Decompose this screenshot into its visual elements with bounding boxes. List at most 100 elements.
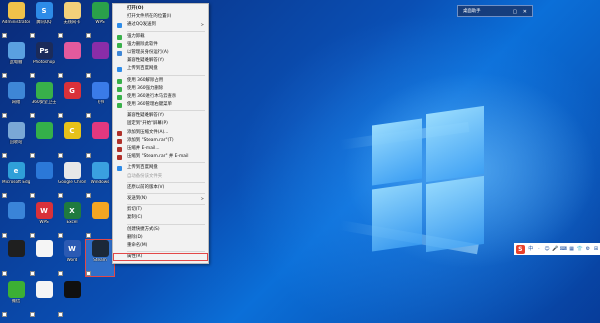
desktop-icon[interactable]: Steam: [85, 239, 115, 277]
ime-tool-icon[interactable]: 中: [527, 246, 534, 253]
desktop-icon[interactable]: e Microsoft Edge: [2, 162, 30, 198]
menu-separator: [127, 192, 205, 194]
desktop-icon[interactable]: X Excel: [58, 202, 86, 238]
menu-item-properties[interactable]: 属性(R): [113, 253, 208, 262]
desktop-icon[interactable]: [30, 240, 58, 276]
menu-item[interactable]: 上传到百度网盘: [113, 164, 208, 172]
menu-item[interactable]: 打开(O): [113, 5, 208, 13]
submenu-arrow-icon: >: [200, 22, 204, 28]
menu-item[interactable]: 使用 360强力删除: [113, 85, 208, 93]
shortcut-arrow-icon: [30, 113, 35, 118]
desktop-icon[interactable]: 此电脑: [2, 42, 30, 78]
shortcut-arrow-icon: [2, 312, 7, 317]
ime-tool-icon[interactable]: ⌨: [560, 246, 567, 253]
menu-item[interactable]: 打开文件所在的位置(I): [113, 13, 208, 21]
desktop-icon-label: Steam: [93, 258, 107, 262]
shortcut-arrow-icon: [2, 113, 7, 118]
menu-item[interactable]: 兼容性疑难解答(Y): [113, 57, 208, 65]
menu-item[interactable]: 还原以前的版本(V): [113, 184, 208, 192]
desktop-icon[interactable]: W Word: [58, 240, 86, 276]
menu-item-label: 还原以前的版本(V): [127, 184, 165, 190]
desktop-icon-label: 微信: [11, 299, 21, 303]
desktop-icon[interactable]: [2, 202, 30, 238]
menu-item[interactable]: 添加到 "Steam.rar"(T): [113, 137, 208, 145]
desktop-icon[interactable]: Google Chrome: [58, 162, 86, 198]
desktop-icon[interactable]: S 腾讯QQ: [30, 2, 58, 38]
desktop-icon[interactable]: 微信: [2, 281, 30, 317]
menu-item-label: 属性(R): [127, 254, 143, 260]
shortcut-arrow-icon: [30, 193, 35, 198]
menu-item[interactable]: 自动备份该文件夹: [113, 173, 208, 181]
menu-item-label: 添加到 "Steam.rar"(T): [127, 137, 174, 143]
app-icon: e: [7, 162, 25, 179]
menu-separator: [127, 74, 205, 76]
desktop-icon[interactable]: [2, 240, 30, 276]
menu-item[interactable]: 固定到"开始"屏幕(P): [113, 120, 208, 128]
menu-item[interactable]: 压缩并 E-mail...: [113, 145, 208, 153]
desktop-icon[interactable]: [30, 162, 58, 198]
ime-tool-icon[interactable]: ⚙: [584, 246, 591, 253]
desktop-icon[interactable]: 360安全卫士: [30, 82, 58, 118]
menu-item[interactable]: 剪切(T): [113, 206, 208, 214]
ime-tool-icon[interactable]: ☺: [544, 246, 551, 253]
app-icon: W: [63, 240, 81, 257]
desktop-icon[interactable]: [30, 122, 58, 158]
menu-item[interactable]: 使用 360进行木马云查杀: [113, 93, 208, 101]
desktop-icon[interactable]: [86, 202, 114, 238]
desktop-icon[interactable]: Administrator: [2, 2, 30, 38]
desktop-icon[interactable]: [86, 42, 114, 78]
menu-item[interactable]: 删除(D): [113, 234, 208, 242]
shortcut-arrow-icon: [30, 153, 35, 158]
ime-tool-icon[interactable]: ·: [535, 246, 542, 253]
desktop-icon[interactable]: 无线网卡: [58, 2, 86, 38]
menu-item[interactable]: 创建快捷方式(S): [113, 226, 208, 234]
menu-item[interactable]: 压缩到 "Steam.rar" 并 E-mail: [113, 153, 208, 161]
menu-item[interactable]: 通过QQ发送到 >: [113, 21, 208, 29]
menu-item[interactable]: 添加到压缩文件(A)...: [113, 129, 208, 137]
menu-item[interactable]: 兼容性疑难解答(Y): [113, 112, 208, 120]
menu-item[interactable]: 上传到百度网盘: [113, 65, 208, 73]
shortcut-arrow-icon: [86, 233, 91, 238]
desktop-icon[interactable]: [58, 281, 86, 317]
desktop-icon[interactable]: C: [58, 122, 86, 158]
menu-item[interactable]: 使用 360管理右键菜单: [113, 101, 208, 109]
shortcut-arrow-icon: [30, 233, 35, 238]
app-icon: X: [63, 202, 81, 219]
menu-item[interactable]: 重命名(M): [113, 242, 208, 250]
menu-item-icon: [117, 23, 122, 29]
shortcut-arrow-icon: [2, 271, 7, 276]
desktop-icon[interactable]: [30, 281, 58, 317]
desktop-icon[interactable]: [86, 122, 114, 158]
app-icon: [7, 240, 25, 257]
ime-tool-icon[interactable]: ⊞: [593, 246, 600, 253]
ime-tool-icon[interactable]: 🎤: [552, 246, 559, 253]
desktop-icon[interactable]: Ps Photoshop: [30, 42, 58, 78]
desktop-icon[interactable]: Windows: [86, 162, 114, 198]
desktop-icon[interactable]: 网络: [2, 82, 30, 118]
desktop-icon-label: 此电脑: [9, 60, 23, 64]
desktop-icon[interactable]: 飞书: [86, 82, 114, 118]
desktop-icon[interactable]: G: [58, 82, 86, 118]
desktop-icon[interactable]: WPS: [86, 2, 114, 38]
sogou-logo-icon[interactable]: S: [516, 244, 525, 254]
desktop-icon[interactable]: [58, 42, 86, 78]
menu-item[interactable]: 强力删除此软件: [113, 41, 208, 49]
desktop-icon[interactable]: 回收站: [2, 122, 30, 158]
sogou-ime-toolbar[interactable]: S 中 · ☺ 🎤 ⌨ ▦ 👕 ⚙ ⊞: [514, 243, 600, 255]
desktop-icon[interactable]: W WPS: [30, 202, 58, 238]
shortcut-arrow-icon: [58, 33, 63, 38]
menu-item-icon: [117, 34, 122, 40]
menu-item[interactable]: 使用 360解除占用: [113, 77, 208, 85]
desk-assistant-panel[interactable]: 桌面助手 ▢ ✕: [457, 5, 533, 17]
ime-tool-icon[interactable]: ▦: [568, 246, 575, 253]
menu-item-label: 上传到百度网盘: [127, 66, 158, 72]
menu-item[interactable]: 以管理员身份运行(A): [113, 49, 208, 57]
menu-item[interactable]: 发送到(N) >: [113, 195, 208, 203]
shortcut-arrow-icon: [2, 193, 7, 198]
ime-tool-icon[interactable]: 👕: [576, 246, 583, 253]
app-icon: [91, 202, 109, 219]
panel-window-buttons[interactable]: ▢ ✕: [512, 6, 529, 18]
menu-item-label: 使用 360管理右键菜单: [127, 102, 172, 108]
menu-item[interactable]: 复制(C): [113, 214, 208, 222]
menu-item[interactable]: 强力卸载: [113, 33, 208, 41]
